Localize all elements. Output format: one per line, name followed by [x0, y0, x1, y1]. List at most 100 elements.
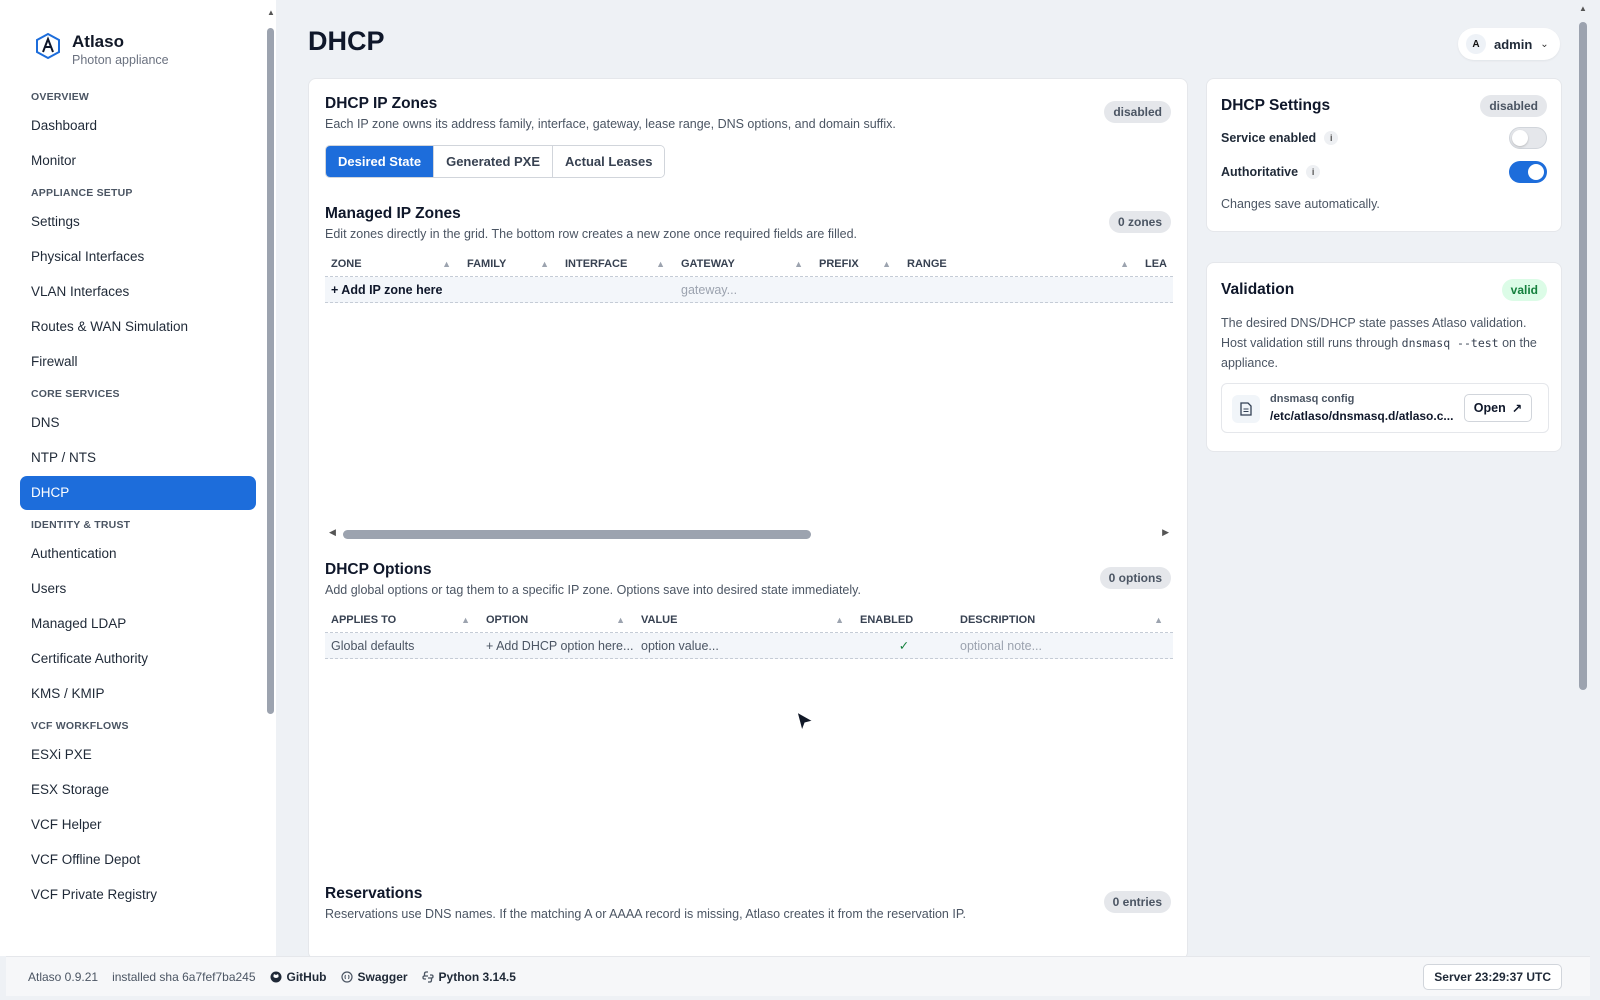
sidebar-item-certificate-authority[interactable]: Certificate Authority — [20, 642, 256, 676]
sidebar-item-monitor[interactable]: Monitor — [20, 144, 256, 178]
add-zone-row[interactable]: + Add IP zone here gateway... — [325, 277, 1173, 303]
empty-cell[interactable] — [813, 277, 1173, 302]
scroll-up-arrow-icon[interactable]: ▲ — [267, 8, 275, 17]
sort-icon[interactable]: ▲ — [1120, 251, 1129, 276]
sha-text: installed sha 6a7fef7ba245 — [112, 969, 256, 984]
sidebar-scrollbar[interactable]: ▲ — [265, 6, 276, 956]
toggle-knob — [1528, 164, 1544, 180]
user-menu-button[interactable]: A admin ⌄ — [1458, 28, 1560, 60]
value-cell[interactable]: option value... — [635, 633, 854, 658]
column-header-value[interactable]: VALUE ▲ — [635, 607, 854, 632]
nav-section-title: CORE SERVICES — [31, 388, 120, 400]
tab-generated-pxe[interactable]: Generated PXE — [434, 146, 554, 177]
reservations-title: Reservations — [325, 885, 423, 902]
sidebar-item-settings[interactable]: Settings — [20, 205, 256, 239]
server-time-badge: Server 23:29:37 UTC — [1423, 964, 1562, 990]
authoritative-toggle[interactable] — [1509, 161, 1547, 183]
swagger-link[interactable]: Swagger — [340, 970, 408, 984]
sidebar-item-vcf-offline-depot[interactable]: VCF Offline Depot — [20, 843, 256, 877]
sidebar-scrollbar-thumb[interactable] — [267, 28, 274, 714]
sort-icon[interactable]: ▲ — [1154, 607, 1163, 632]
validation-status-badge: valid — [1501, 279, 1547, 301]
sidebar-item-dashboard[interactable]: Dashboard — [20, 109, 256, 143]
brand[interactable]: Atlaso Photon appliance — [34, 32, 169, 68]
sort-icon[interactable]: ▲ — [656, 251, 665, 276]
swagger-icon — [340, 970, 353, 983]
file-icon — [1232, 395, 1260, 423]
sidebar-item-esxi-pxe[interactable]: ESXi PXE — [20, 738, 256, 772]
zones-grid-hscrollbar-thumb[interactable] — [343, 530, 811, 539]
page-scrollbar[interactable]: ▲ — [1576, 4, 1590, 956]
python-link[interactable]: Python 3.14.5 — [421, 970, 516, 984]
add-zone-cell[interactable]: + Add IP zone here — [325, 277, 675, 302]
column-header-option[interactable]: OPTION ▲ — [480, 607, 635, 632]
option-cell[interactable]: + Add DHCP option here... — [480, 633, 635, 658]
nav-section-title: APPLIANCE SETUP — [31, 187, 133, 199]
enabled-check-icon[interactable]: ✓ — [854, 633, 954, 658]
info-icon[interactable]: i — [1324, 131, 1339, 145]
sidebar-item-firewall[interactable]: Firewall — [20, 345, 256, 379]
column-header-zone[interactable]: ZONE ▲ — [325, 251, 461, 276]
column-header-enabled[interactable]: ENABLED — [854, 607, 954, 632]
tab-desired-state[interactable]: Desired State — [326, 146, 435, 177]
sidebar-item-vlan-interfaces[interactable]: VLAN Interfaces — [20, 275, 256, 309]
validation-text: The desired DNS/DHCP state passes Atlaso… — [1221, 316, 1537, 370]
add-option-row[interactable]: Global defaults + Add DHCP option here..… — [325, 633, 1173, 659]
column-header-range[interactable]: RANGE ▲ — [901, 251, 1139, 276]
sidebar-item-managed-ldap[interactable]: Managed LDAP — [20, 607, 256, 641]
tab-actual-leases[interactable]: Actual Leases — [553, 146, 665, 177]
validation-card: Validation valid The desired DNS/DHCP st… — [1206, 262, 1562, 452]
column-header-prefix[interactable]: PREFIX ▲ — [813, 251, 901, 276]
options-grid-header: APPLIES TO ▲ OPTION ▲ VALUE ▲ ENABLED DESCR… — [325, 607, 1173, 633]
config-file-box: dnsmasq config /etc/atlaso/dnsmasq.d/atl… — [1221, 383, 1549, 433]
open-button[interactable]: Open ↗ — [1464, 394, 1532, 422]
sort-icon[interactable]: ▲ — [835, 607, 844, 632]
managed-zones-title: Managed IP Zones — [325, 205, 461, 222]
scroll-left-arrow-icon[interactable]: ◀ — [329, 527, 336, 538]
sidebar-item-authentication[interactable]: Authentication — [20, 537, 256, 571]
sidebar-item-ntp-nts[interactable]: NTP / NTS — [20, 441, 256, 475]
column-header-interface[interactable]: INTERFACE ▲ — [559, 251, 675, 276]
sidebar-item-vcf-helper[interactable]: VCF Helper — [20, 808, 256, 842]
user-name: admin — [1494, 36, 1533, 52]
scroll-up-arrow-icon[interactable]: ▲ — [1579, 4, 1587, 13]
sidebar-item-esx-storage[interactable]: ESX Storage — [20, 773, 256, 807]
brand-name: Atlaso — [72, 32, 124, 51]
chevron-down-icon: ⌄ — [1540, 38, 1549, 50]
zones-grid-hscrollbar[interactable]: ◀ ▶ — [325, 527, 1173, 541]
gateway-placeholder-cell[interactable]: gateway... — [675, 277, 813, 302]
scroll-right-arrow-icon[interactable]: ▶ — [1162, 527, 1169, 538]
sidebar-item-dhcp[interactable]: DHCP — [20, 476, 256, 510]
sidebar-item-users[interactable]: Users — [20, 572, 256, 606]
page-title: DHCP — [308, 26, 385, 56]
validation-title: Validation — [1221, 281, 1295, 298]
zones-title: DHCP IP Zones — [325, 95, 438, 112]
sidebar-item-kms-kmip[interactable]: KMS / KMIP — [20, 677, 256, 711]
column-header-description[interactable]: DESCRIPTION ▲ — [954, 607, 1173, 632]
page-scrollbar-thumb[interactable] — [1579, 22, 1587, 690]
sidebar-item-routes-wan-simulation[interactable]: Routes & WAN Simulation — [20, 310, 256, 344]
dhcp-zones-card: DHCP IP Zones Each IP zone owns its addr… — [308, 78, 1188, 960]
column-header-family[interactable]: FAMILY ▲ — [461, 251, 559, 276]
sidebar-item-vcf-private-registry[interactable]: VCF Private Registry — [20, 878, 256, 912]
sort-icon[interactable]: ▲ — [540, 251, 549, 276]
applies-to-cell[interactable]: Global defaults — [325, 633, 480, 658]
service-enabled-toggle[interactable] — [1509, 127, 1547, 149]
sidebar-item-dns[interactable]: DNS — [20, 406, 256, 440]
sort-icon[interactable]: ▲ — [882, 251, 891, 276]
info-icon[interactable]: i — [1306, 165, 1321, 179]
description-cell[interactable]: optional note... — [954, 633, 1173, 658]
options-grid: APPLIES TO ▲ OPTION ▲ VALUE ▲ ENABLED DESCR… — [325, 607, 1173, 659]
column-header-gateway[interactable]: GATEWAY ▲ — [675, 251, 813, 276]
sidebar-item-physical-interfaces[interactable]: Physical Interfaces — [20, 240, 256, 274]
sort-icon[interactable]: ▲ — [461, 607, 470, 632]
github-link[interactable]: GitHub — [270, 970, 327, 984]
sort-icon[interactable]: ▲ — [794, 251, 803, 276]
zones-status-badge: disabled — [1104, 101, 1171, 123]
sort-icon[interactable]: ▲ — [442, 251, 451, 276]
brand-subtitle: Photon appliance — [72, 53, 169, 67]
column-header-lease[interactable]: LEA — [1139, 251, 1173, 276]
sort-icon[interactable]: ▲ — [616, 607, 625, 632]
column-header-applies-to[interactable]: APPLIES TO ▲ — [325, 607, 480, 632]
command-text: dnsmasq --test — [1401, 336, 1499, 350]
